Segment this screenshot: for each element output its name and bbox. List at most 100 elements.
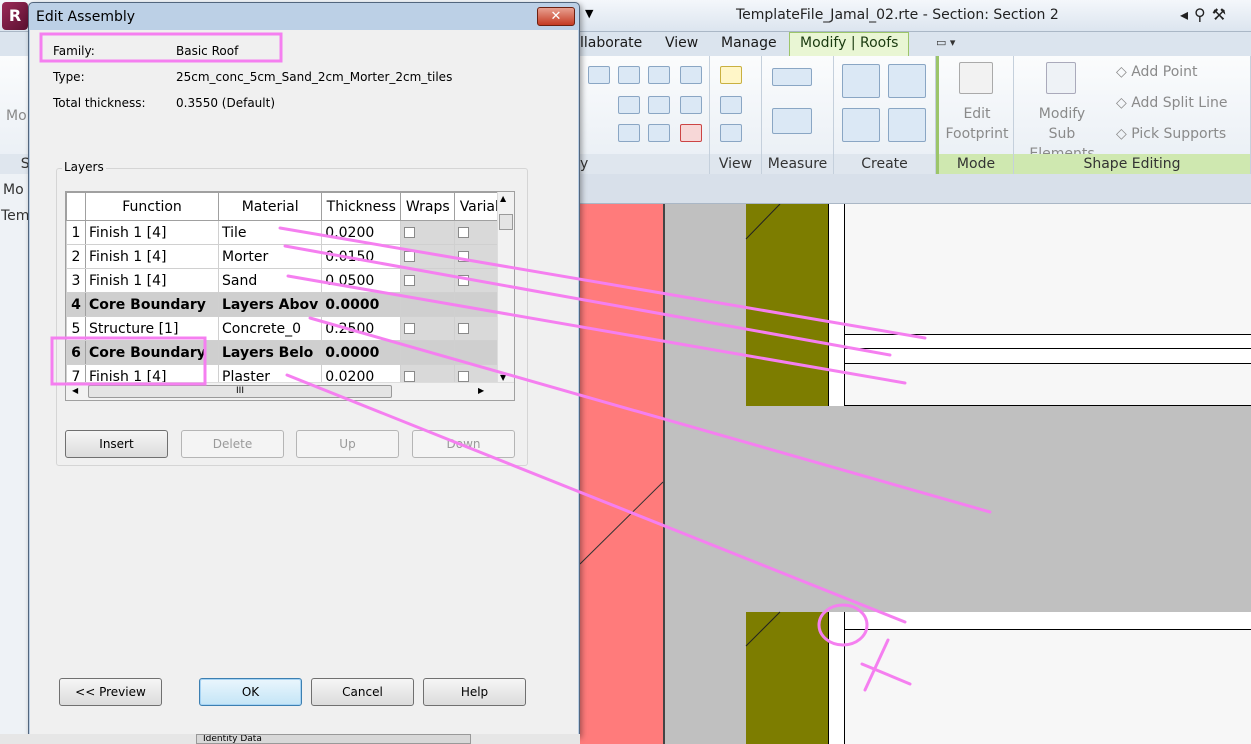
- wraps-cell[interactable]: [400, 268, 456, 293]
- wraps-checkbox[interactable]: [404, 251, 416, 262]
- help-button[interactable]: Help: [423, 678, 526, 706]
- tab-collaborate[interactable]: llaborate: [580, 35, 642, 51]
- thickness-cell[interactable]: 0.2500: [321, 316, 402, 341]
- function-cell[interactable]: Core Boundary: [85, 340, 219, 365]
- add-point-button[interactable]: ◇ Add Point: [1116, 64, 1198, 80]
- ribbon-options-icon[interactable]: ▭ ▾: [936, 36, 955, 49]
- delete-icon[interactable]: [680, 124, 702, 142]
- material-cell[interactable]: Concrete_0: [217, 316, 323, 341]
- ok-button[interactable]: OK: [199, 678, 302, 706]
- wraps-checkbox[interactable]: [404, 323, 416, 334]
- wraps-cell[interactable]: [400, 340, 456, 365]
- mirror-icon[interactable]: [618, 124, 640, 142]
- modify-button[interactable]: Mo: [6, 108, 27, 124]
- measure-along-icon[interactable]: [772, 108, 812, 134]
- cancel-button[interactable]: Cancel: [311, 678, 414, 706]
- paint-icon[interactable]: [720, 96, 742, 114]
- linework-icon[interactable]: [720, 124, 742, 142]
- modify-sub-elements-icon[interactable]: [1046, 62, 1076, 94]
- row-number[interactable]: 4: [66, 292, 86, 317]
- table-row[interactable]: 5 Structure [1] Concrete_0 0.2500: [66, 316, 510, 341]
- split-icon[interactable]: [680, 66, 702, 84]
- material-cell[interactable]: Tile: [217, 220, 323, 245]
- variable-checkbox[interactable]: [458, 227, 470, 238]
- horizontal-scroll-thumb[interactable]: III: [88, 385, 392, 398]
- function-cell[interactable]: Core Boundary: [85, 292, 219, 317]
- pick-supports-button[interactable]: ◇ Pick Supports: [1116, 126, 1226, 142]
- thickness-cell[interactable]: 0.0200: [321, 220, 402, 245]
- wraps-checkbox[interactable]: [404, 227, 416, 238]
- tab-view[interactable]: View: [665, 35, 698, 51]
- function-cell[interactable]: Finish 1 [4]: [85, 220, 219, 245]
- up-button[interactable]: Up: [296, 430, 399, 458]
- down-button[interactable]: Down: [412, 430, 515, 458]
- pin-icon[interactable]: [680, 96, 702, 114]
- table-row[interactable]: 1 Finish 1 [4] Tile 0.0200: [66, 220, 510, 245]
- wraps-checkbox[interactable]: [404, 371, 416, 382]
- cut-icon[interactable]: [588, 66, 610, 84]
- header-wraps[interactable]: Wraps: [400, 192, 456, 221]
- create-parts-icon[interactable]: [842, 108, 880, 142]
- delete-button[interactable]: Delete: [181, 430, 284, 458]
- function-cell[interactable]: Structure [1]: [85, 316, 219, 341]
- wraps-checkbox[interactable]: [404, 275, 416, 286]
- vertical-scroll-thumb[interactable]: [499, 214, 513, 230]
- wraps-cell[interactable]: [400, 316, 456, 341]
- section-view[interactable]: [580, 204, 1251, 744]
- variable-checkbox[interactable]: [458, 275, 470, 286]
- create-similar-icon[interactable]: [888, 64, 926, 98]
- thickness-cell[interactable]: 0.0000: [321, 292, 402, 317]
- row-number[interactable]: 2: [66, 244, 86, 269]
- function-cell[interactable]: Finish 1 [4]: [85, 268, 219, 293]
- function-cell[interactable]: Finish 1 [4]: [85, 244, 219, 269]
- add-split-line-button[interactable]: ◇ Add Split Line: [1116, 95, 1227, 111]
- revit-logo[interactable]: R: [2, 2, 28, 30]
- layers-vertical-scrollbar[interactable]: ▲ ▼: [497, 192, 514, 382]
- scroll-down-icon[interactable]: ▼: [500, 373, 506, 382]
- variable-checkbox[interactable]: [458, 251, 470, 262]
- lightbulb-icon[interactable]: [720, 66, 742, 84]
- layers-table[interactable]: Function Material Thickness Wraps Variab…: [65, 191, 515, 401]
- header-thickness[interactable]: Thickness: [321, 192, 402, 221]
- preview-button[interactable]: << Preview: [59, 678, 162, 706]
- scroll-up-icon[interactable]: ▲: [500, 194, 506, 203]
- header-function[interactable]: Function: [85, 192, 219, 221]
- offset-icon[interactable]: [648, 124, 670, 142]
- variable-checkbox[interactable]: [458, 323, 470, 334]
- row-number[interactable]: 3: [66, 268, 86, 293]
- thickness-cell[interactable]: 0.0500: [321, 268, 402, 293]
- row-number[interactable]: 5: [66, 316, 86, 341]
- table-row[interactable]: 2 Finish 1 [4] Morter 0.0150: [66, 244, 510, 269]
- row-number[interactable]: 1: [66, 220, 86, 245]
- variable-checkbox[interactable]: [458, 371, 470, 382]
- material-cell[interactable]: Morter: [217, 244, 323, 269]
- scroll-left-icon[interactable]: ◀: [72, 386, 78, 395]
- scale-icon[interactable]: [648, 96, 670, 114]
- identity-data-header[interactable]: Identity Data: [196, 734, 471, 744]
- wraps-cell[interactable]: [400, 292, 456, 317]
- table-row[interactable]: 3 Finish 1 [4] Sand 0.0500: [66, 268, 510, 293]
- array-icon[interactable]: [618, 96, 640, 114]
- close-button[interactable]: ✕: [537, 7, 575, 26]
- wraps-cell[interactable]: [400, 220, 456, 245]
- search-binoculars-icon[interactable]: ◂⚲⚒: [1180, 5, 1232, 24]
- thickness-cell[interactable]: 0.0150: [321, 244, 402, 269]
- table-row[interactable]: 4 Core Boundary Layers Abov 0.0000: [66, 292, 510, 317]
- create-assembly-icon[interactable]: [888, 108, 926, 142]
- header-material[interactable]: Material: [217, 192, 323, 221]
- tab-modify-roofs[interactable]: Modify | Roofs: [789, 32, 910, 56]
- quick-access-dropdown-icon[interactable]: ▼: [585, 7, 593, 20]
- create-group-icon[interactable]: [842, 64, 880, 98]
- edit-footprint-button[interactable]: Edit Footprint: [939, 104, 1015, 144]
- row-number[interactable]: 6: [66, 340, 86, 365]
- measure-distance-icon[interactable]: [772, 68, 812, 86]
- material-cell[interactable]: Layers Belo: [217, 340, 323, 365]
- wraps-cell[interactable]: [400, 244, 456, 269]
- layers-horizontal-scrollbar[interactable]: ◀ III ▶: [66, 382, 514, 400]
- join-icon[interactable]: [618, 66, 640, 84]
- table-row[interactable]: 6 Core Boundary Layers Belo 0.0000: [66, 340, 510, 365]
- insert-button[interactable]: Insert: [65, 430, 168, 458]
- material-cell[interactable]: Layers Abov: [217, 292, 323, 317]
- scroll-right-icon[interactable]: ▶: [478, 386, 484, 395]
- align-icon[interactable]: [648, 66, 670, 84]
